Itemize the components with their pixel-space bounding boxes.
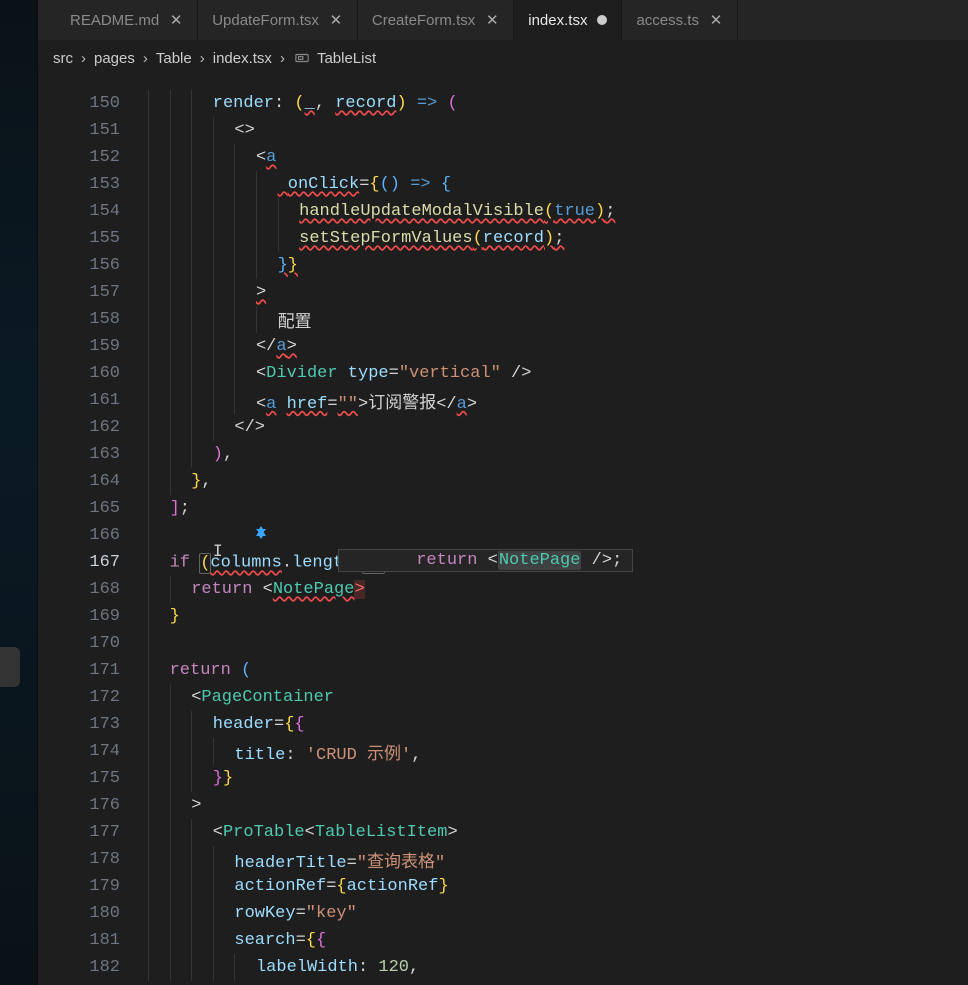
line-number: 171 (38, 661, 148, 680)
line-number: 172 (38, 688, 148, 707)
line-number: 179 (38, 877, 148, 896)
panel-toggle[interactable] (0, 647, 20, 687)
code-line[interactable]: 152 <a (38, 144, 968, 171)
code-line[interactable]: 171 return ( (38, 657, 968, 684)
crumb-symbol[interactable]: TableList (317, 50, 376, 67)
code-line[interactable]: 178 headerTitle="查询表格" (38, 846, 968, 873)
line-number: 152 (38, 148, 148, 167)
code-line[interactable]: 180 rowKey="key" (38, 900, 968, 927)
code-line[interactable]: 181 search={{ (38, 927, 968, 954)
tab-createform[interactable]: CreateForm.tsx ✕ (358, 0, 514, 40)
code-line[interactable]: 164 }, (38, 468, 968, 495)
line-number: 157 (38, 283, 148, 302)
line-number: 176 (38, 796, 148, 815)
chevron-right-icon: › (81, 50, 86, 67)
lightbulb-icon[interactable] (253, 525, 269, 541)
line-number: 155 (38, 229, 148, 248)
breadcrumb[interactable]: src › pages › Table › index.tsx › TableL… (38, 40, 968, 76)
code-line[interactable]: 170 (38, 630, 968, 657)
code-line[interactable]: 163 ), (38, 441, 968, 468)
line-number: 160 (38, 364, 148, 383)
crumb-src[interactable]: src (53, 50, 73, 67)
activity-bar[interactable] (0, 0, 38, 985)
chevron-right-icon: › (280, 50, 285, 67)
symbol-variable-icon (293, 51, 311, 65)
line-number: 168 (38, 580, 148, 599)
code-line[interactable]: 153 onClick={() => { (38, 171, 968, 198)
editor-tabs: README.md ✕ UpdateForm.tsx ✕ CreateForm.… (38, 0, 968, 40)
code-line[interactable]: 157 > (38, 279, 968, 306)
tab-access[interactable]: access.ts ✕ (622, 0, 738, 40)
tab-label: index.tsx (528, 12, 587, 29)
line-number: 166 (38, 526, 148, 545)
line-number: 169 (38, 607, 148, 626)
code-line[interactable]: 169 } (38, 603, 968, 630)
line-number: 173 (38, 715, 148, 734)
code-line[interactable]: 156 }} (38, 252, 968, 279)
code-line[interactable]: 158 配置 (38, 306, 968, 333)
code-line[interactable]: 162 </> (38, 414, 968, 441)
code-line[interactable]: 154 handleUpdateModalVisible(true); (38, 198, 968, 225)
line-number: 175 (38, 769, 148, 788)
line-number: 156 (38, 256, 148, 275)
close-icon[interactable]: ✕ (485, 13, 499, 27)
line-number: 150 (38, 94, 148, 113)
inline-suggestion[interactable]: return <NotePage />; (338, 549, 633, 572)
tab-label: access.ts (636, 12, 699, 29)
line-number: 153 (38, 175, 148, 194)
editor: README.md ✕ UpdateForm.tsx ✕ CreateForm.… (38, 0, 968, 985)
crumb-table[interactable]: Table (156, 50, 192, 67)
code-line[interactable]: 175 }} (38, 765, 968, 792)
crumb-file[interactable]: index.tsx (213, 50, 272, 67)
line-number: 164 (38, 472, 148, 491)
line-number: 159 (38, 337, 148, 356)
chevron-right-icon: › (143, 50, 148, 67)
code-line[interactable]: 179 actionRef={actionRef} (38, 873, 968, 900)
code-line[interactable]: 151 <> (38, 117, 968, 144)
code-line[interactable]: 177 <ProTable<TableListItem> (38, 819, 968, 846)
dirty-indicator-icon (597, 15, 607, 25)
line-number: 177 (38, 823, 148, 842)
code-line[interactable]: 182 labelWidth: 120, (38, 954, 968, 981)
line-number: 158 (38, 310, 148, 329)
line-number: 162 (38, 418, 148, 437)
code-line[interactable]: 173 header={{ (38, 711, 968, 738)
code-line[interactable]: 160 <Divider type="vertical" /> (38, 360, 968, 387)
line-number: 163 (38, 445, 148, 464)
tab-updateform[interactable]: UpdateForm.tsx ✕ (198, 0, 358, 40)
line-number: 180 (38, 904, 148, 923)
code-line[interactable]: 150 render: (_, record) => ( (38, 90, 968, 117)
close-icon[interactable]: ✕ (709, 13, 723, 27)
close-icon[interactable]: ✕ (329, 13, 343, 27)
code-line[interactable]: 172 <PageContainer (38, 684, 968, 711)
code-line[interactable]: 168 return <NotePage> (38, 576, 968, 603)
line-number: 181 (38, 931, 148, 950)
code-line[interactable]: 167 if (columns.length == return <NotePa… (38, 549, 968, 576)
line-number: 154 (38, 202, 148, 221)
code-editor[interactable]: 150 render: (_, record) => ( 151 <> 152 … (38, 76, 968, 985)
tab-label: CreateForm.tsx (372, 12, 475, 29)
code-line[interactable]: 159 </a> (38, 333, 968, 360)
code-line[interactable]: 174 title: 'CRUD 示例', (38, 738, 968, 765)
crumb-pages[interactable]: pages (94, 50, 135, 67)
line-number: 178 (38, 850, 148, 869)
tab-label: README.md (70, 12, 159, 29)
tab-index[interactable]: index.tsx (514, 0, 622, 40)
line-number: 161 (38, 391, 148, 410)
code-line[interactable]: 155 setStepFormValues(record); (38, 225, 968, 252)
line-number: 151 (38, 121, 148, 140)
tab-readme[interactable]: README.md ✕ (56, 0, 198, 40)
line-number: 167 (38, 553, 148, 572)
line-number: 170 (38, 634, 148, 653)
code-line[interactable]: 176 > (38, 792, 968, 819)
tab-label: UpdateForm.tsx (212, 12, 319, 29)
line-number: 174 (38, 742, 148, 761)
close-icon[interactable]: ✕ (169, 13, 183, 27)
line-number: 165 (38, 499, 148, 518)
chevron-right-icon: › (200, 50, 205, 67)
code-line[interactable]: 166 (38, 522, 968, 549)
line-number: 182 (38, 958, 148, 977)
code-line[interactable]: 161 <a href="">订阅警报</a> (38, 387, 968, 414)
